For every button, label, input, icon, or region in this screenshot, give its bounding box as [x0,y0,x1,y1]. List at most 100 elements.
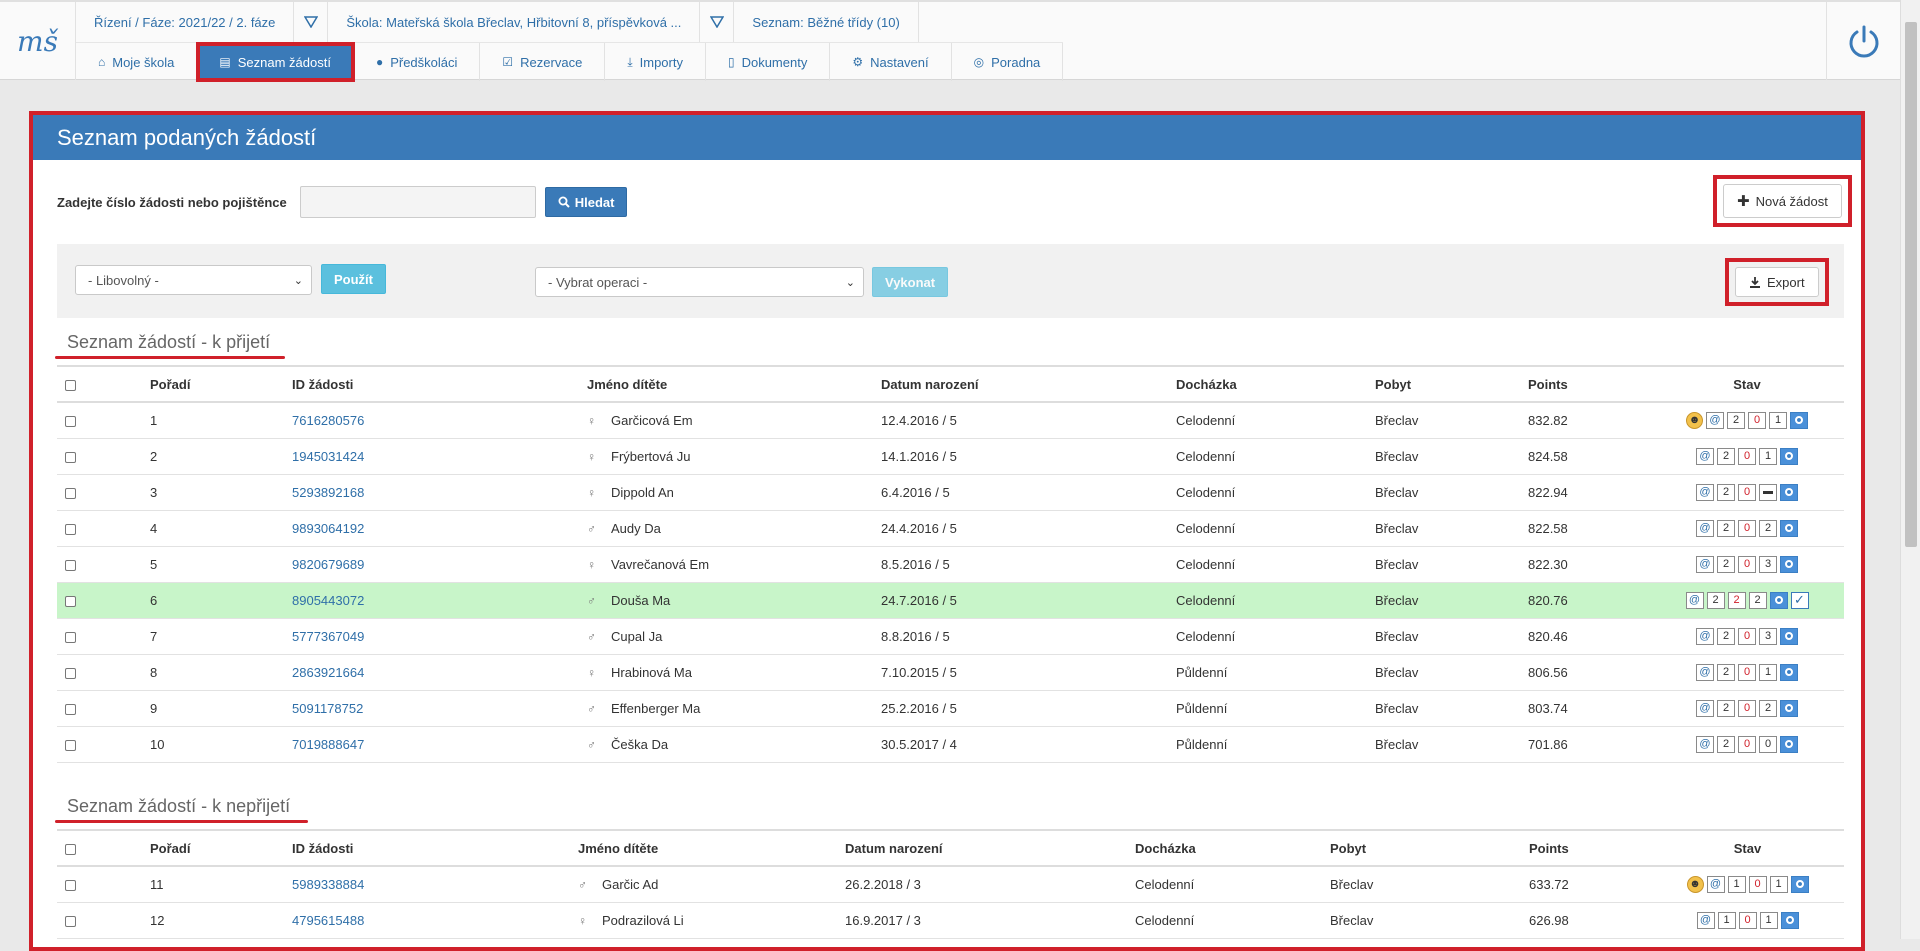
status-count-1[interactable]: 2 [1706,591,1725,609]
nav-item-0[interactable]: ⌂ Moje škola [76,43,198,81]
col-id[interactable]: ID žádosti [292,365,587,403]
email-icon[interactable]: @ [1706,875,1725,893]
nav-item-5[interactable]: ▯ Dokumenty [706,43,831,81]
nav-item-4[interactable]: ⤓ Importy [605,43,706,81]
status-count-2[interactable]: 0 [1738,483,1756,501]
eye-icon[interactable] [1790,411,1808,429]
request-id-link[interactable]: 9820679689 [292,557,364,572]
row-checkbox[interactable] [65,667,76,679]
status-count-1[interactable]: 2 [1727,411,1745,429]
col-birth[interactable]: Datum narození [881,365,1176,403]
phase-filter-toggle[interactable] [294,2,329,42]
col-order[interactable]: Pořadí [150,829,292,867]
operation-select[interactable]: - Vybrat operaci - ⌄ [535,267,864,297]
request-id-link[interactable]: 5989338884 [292,877,364,892]
status-count-2[interactable]: 0 [1748,411,1766,429]
logout-button[interactable] [1826,2,1900,80]
status-count-2[interactable]: 0 [1738,699,1756,717]
status-count-3[interactable]: 1 [1759,911,1778,929]
select-all-checkbox[interactable] [65,379,76,391]
email-icon[interactable]: @ [1696,663,1714,681]
status-count-3[interactable]: 2 [1748,591,1767,609]
row-checkbox[interactable] [65,915,76,927]
status-count-2[interactable]: 0 [1738,911,1757,929]
col-attendance[interactable]: Docházka [1176,365,1375,403]
table-row[interactable]: 5 9820679689 ♀ Vavrečanová Em 8.5.2016 / 5 Ce… [57,546,1844,583]
col-name[interactable]: Jméno dítěte [578,829,845,867]
status-count-2[interactable]: 0 [1748,875,1767,893]
row-checkbox[interactable] [65,451,76,463]
status-count-2[interactable]: 0 [1738,627,1756,645]
status-count-1[interactable]: 2 [1717,627,1735,645]
school-info[interactable]: Škola: Mateřská škola Břeclav, Hřbitovní… [328,2,701,42]
eye-icon[interactable] [1780,627,1798,645]
status-count-3[interactable]: 2 [1759,699,1777,717]
table-row[interactable]: 1 7616280576 ♀ Garčicová Em 12.4.2016 / 5 Cel… [57,402,1844,439]
status-count-2[interactable]: 2 [1727,591,1746,609]
nav-item-6[interactable]: ⚙ Nastavení [830,43,952,81]
eye-icon[interactable] [1780,735,1798,753]
email-icon[interactable]: @ [1685,591,1704,609]
list-info[interactable]: Seznam: Běžné třídy (10) [734,2,919,42]
warning-icon[interactable]: ☻ [1686,411,1703,429]
row-checkbox[interactable] [65,879,76,891]
status-count-3[interactable]: 3 [1759,627,1777,645]
request-id-link[interactable]: 2863921664 [292,665,364,680]
nav-item-7[interactable]: ◎ Poradna [952,43,1064,81]
status-count-2[interactable]: 0 [1738,735,1756,753]
table-row[interactable]: 4 9893064192 ♂ Audy Da 24.4.2016 / 5 Celodenn… [57,510,1844,547]
col-order[interactable]: Pořadí [150,365,292,403]
email-icon[interactable]: @ [1696,735,1714,753]
col-points[interactable]: Points [1528,365,1650,403]
email-icon[interactable]: @ [1696,519,1714,537]
col-stay[interactable]: Pobyt [1375,365,1528,403]
status-count-3[interactable]: 2 [1759,519,1777,537]
request-id-link[interactable]: 9893064192 [292,521,364,536]
status-count-3[interactable]: 1 [1759,447,1777,465]
table-row[interactable]: 10 7019888647 ♂ Češka Da 30.5.2017 / 4 Půlden… [57,726,1844,763]
eye-icon[interactable] [1780,699,1798,717]
eye-icon[interactable] [1780,483,1798,501]
request-id-link[interactable]: 5293892168 [292,485,364,500]
status-count-2[interactable]: 0 [1738,447,1756,465]
scrollbar-thumb[interactable] [1905,22,1917,547]
request-id-link[interactable]: 1945031424 [292,449,364,464]
email-icon[interactable]: @ [1706,411,1724,429]
eye-icon[interactable] [1780,555,1798,573]
col-points[interactable]: Points [1529,829,1651,867]
status-count-1[interactable]: 1 [1727,875,1746,893]
row-checkbox[interactable] [65,631,76,643]
request-id-link[interactable]: 7616280576 [292,413,364,428]
status-count-1[interactable]: 2 [1717,555,1735,573]
table-row[interactable]: 8 2863921664 ♀ Hrabinová Ma 7.10.2015 / 5 Půl… [57,654,1844,691]
status-count-1[interactable]: 2 [1717,447,1735,465]
export-button[interactable]: Export [1735,267,1819,297]
new-request-button[interactable]: ✚ Nová žádost [1723,184,1842,218]
nav-item-2[interactable]: ● Předškoláci [354,43,481,81]
row-checkbox[interactable] [65,487,76,499]
check-icon[interactable]: ✓ [1790,591,1809,609]
nav-item-3[interactable]: ☑ Rezervace [480,43,606,81]
email-icon[interactable]: @ [1696,627,1714,645]
request-id-link[interactable]: 4795615488 [292,913,364,928]
row-checkbox[interactable] [65,559,76,571]
col-attendance[interactable]: Docházka [1135,829,1330,867]
eye-icon[interactable] [1780,519,1798,537]
row-checkbox[interactable] [65,523,76,535]
status-count-3[interactable]: 3 [1759,555,1777,573]
table-row[interactable]: 7 5777367049 ♂ Cupal Ja 8.8.2016 / 5 Celodenn… [57,618,1844,655]
status-count-3[interactable]: 1 [1769,411,1787,429]
request-id-link[interactable]: 5091178752 [292,701,363,716]
row-checkbox[interactable] [65,595,76,607]
status-count-2[interactable]: 0 [1738,519,1756,537]
status-count-2[interactable]: 0 [1738,555,1756,573]
eye-icon[interactable] [1769,591,1788,609]
email-icon[interactable]: @ [1696,483,1714,501]
eye-icon[interactable] [1780,663,1798,681]
table-row[interactable]: 6 8905443072 ♂ Douša Ma 24.7.2016 / 5 Celoden… [57,582,1844,619]
eye-icon[interactable] [1780,447,1798,465]
school-filter-toggle[interactable] [700,2,735,42]
warning-icon[interactable]: ☻ [1686,875,1704,893]
col-id[interactable]: ID žádosti [292,829,578,867]
status-count-1[interactable]: 1 [1717,911,1736,929]
